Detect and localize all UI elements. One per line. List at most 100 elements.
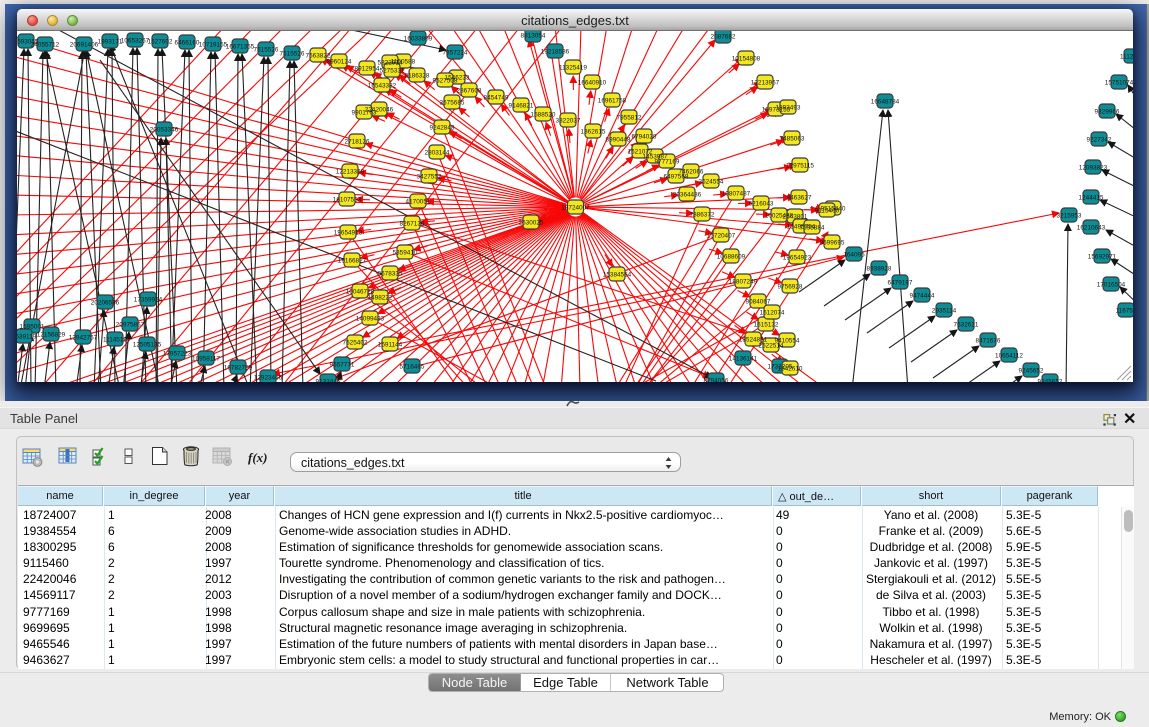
svg-text:2718126: 2718126: [345, 139, 370, 146]
svg-text:15751074: 15751074: [1105, 80, 1133, 87]
svg-text:3215953: 3215953: [1057, 213, 1082, 220]
svg-text:1691144: 1691144: [378, 342, 403, 349]
svg-text:2867608: 2867608: [457, 88, 482, 95]
svg-text:6466160: 6466160: [175, 40, 200, 47]
svg-text:12975115: 12975115: [786, 163, 814, 170]
svg-text:6794028: 6794028: [632, 134, 657, 141]
svg-text:5275331: 5275331: [380, 68, 405, 75]
svg-text:17957223: 17957223: [163, 351, 192, 358]
svg-text:17359924: 17359924: [134, 297, 163, 304]
svg-text:9245652: 9245652: [1038, 379, 1063, 383]
svg-text:3624554: 3624554: [699, 179, 724, 186]
svg-text:9115460: 9115460: [815, 208, 840, 215]
svg-text:9132445: 9132445: [316, 379, 341, 383]
svg-text:12923466: 12923466: [254, 375, 283, 382]
svg-text:1539119: 1539119: [17, 334, 37, 341]
svg-text:12213967: 12213967: [751, 80, 780, 87]
svg-text:9227342: 9227342: [1087, 137, 1112, 144]
svg-text:9657771: 9657771: [330, 362, 355, 369]
svg-text:19654923: 19654923: [783, 255, 812, 262]
svg-text:16782759: 16782759: [224, 365, 253, 372]
svg-text:19218586: 19218586: [541, 49, 570, 56]
svg-text:9084067: 9084067: [746, 299, 771, 306]
svg-text:8471676: 8471676: [976, 338, 1001, 345]
svg-text:7632621: 7632621: [954, 322, 979, 329]
svg-text:6479197: 6479197: [888, 280, 913, 287]
svg-text:9146821: 9146821: [509, 103, 534, 110]
svg-text:2087682: 2087682: [711, 34, 736, 41]
svg-text:7462066: 7462066: [679, 169, 704, 176]
svg-text:10807487: 10807487: [722, 191, 751, 198]
svg-text:8454749: 8454749: [484, 95, 509, 102]
svg-text:11325419: 11325419: [559, 65, 587, 72]
svg-text:2803144: 2803144: [425, 150, 450, 157]
svg-text:8186328: 8186328: [405, 73, 430, 80]
svg-text:3675685: 3675685: [440, 100, 465, 107]
svg-text:2543801: 2543801: [783, 214, 808, 221]
svg-text:15384554: 15384554: [603, 272, 632, 279]
svg-text:8912954: 8912954: [355, 66, 380, 73]
svg-text:20691406: 20691406: [70, 42, 99, 49]
svg-text:10653267: 10653267: [121, 38, 150, 45]
svg-text:7515526: 7515526: [254, 47, 279, 54]
svg-text:116753: 116753: [1116, 308, 1133, 315]
svg-text:7357224: 7357224: [443, 50, 468, 57]
svg-text:16961758: 16961758: [598, 98, 627, 105]
svg-text:9410554: 9410554: [775, 338, 800, 345]
svg-text:1342610: 1342610: [778, 366, 803, 373]
svg-text:9777169: 9777169: [655, 159, 680, 166]
svg-text:5359410: 5359410: [393, 250, 418, 257]
svg-text:19654913: 19654913: [334, 230, 363, 237]
svg-text:24055712: 24055712: [31, 42, 60, 49]
svg-text:19166827: 19166827: [338, 258, 367, 265]
svg-text:9527508: 9527508: [433, 78, 458, 85]
svg-text:9329966: 9329966: [1095, 109, 1120, 116]
svg-text:12213369: 12213369: [336, 169, 365, 176]
svg-text:15692971: 15692971: [1088, 254, 1117, 261]
svg-text:16107553: 16107553: [333, 197, 362, 204]
svg-text:5716485: 5716485: [400, 364, 425, 371]
svg-text:20364436: 20364436: [673, 192, 702, 199]
svg-text:1893493: 1893493: [776, 105, 801, 112]
svg-text:7886372: 7886372: [690, 212, 715, 219]
svg-text:10154808: 10154808: [732, 56, 761, 63]
svg-text:1527602: 1527602: [148, 39, 173, 46]
svg-text:1498222: 1498222: [368, 295, 393, 302]
svg-text:1615132: 1615132: [754, 322, 779, 329]
svg-text:18807249: 18807249: [729, 279, 758, 286]
svg-text:16543382: 16543382: [368, 83, 397, 90]
svg-text:4170051: 4170051: [406, 199, 431, 206]
svg-text:9242848: 9242848: [430, 125, 455, 132]
svg-text:7595884: 7595884: [800, 225, 825, 232]
svg-text:12093823: 12093823: [1079, 165, 1108, 172]
svg-text:16210643: 16210643: [1077, 225, 1106, 232]
svg-text:20053346: 20053346: [150, 127, 179, 134]
svg-text:8267130: 8267130: [400, 221, 425, 228]
svg-text:1612074: 1612074: [760, 310, 785, 317]
svg-text:1112044: 1112044: [1120, 54, 1133, 61]
svg-text:9463627: 9463627: [787, 195, 812, 202]
svg-text:8938928: 8938928: [867, 266, 892, 273]
svg-text:10654112: 10654112: [995, 353, 1023, 360]
svg-text:16033809: 16033809: [404, 36, 433, 43]
svg-text:14136141: 14136141: [729, 356, 758, 363]
svg-text:9245652: 9245652: [1019, 368, 1044, 375]
svg-text:8678335: 8678335: [378, 271, 403, 278]
svg-text:12942757: 12942757: [69, 335, 98, 342]
svg-text:20206536: 20206536: [91, 300, 120, 307]
svg-text:3427552: 3427552: [417, 174, 442, 181]
svg-text:8990448: 8990448: [606, 137, 631, 144]
svg-text:16671355: 16671355: [226, 44, 255, 51]
svg-text:18724007: 18724007: [561, 205, 590, 212]
svg-text:f(x): f(x): [248, 450, 268, 465]
svg-text:10958117: 10958117: [192, 356, 220, 363]
svg-text:10719155: 10719155: [199, 42, 228, 49]
svg-text:16640910: 16640910: [578, 80, 607, 87]
svg-text:16648784: 16648784: [871, 99, 900, 106]
svg-text:1588520: 1588520: [531, 112, 556, 119]
svg-text:1595001: 1595001: [20, 324, 45, 331]
svg-text:8794056: 8794056: [704, 378, 729, 383]
svg-text:7955812: 7955812: [617, 115, 642, 122]
svg-text:8960124: 8960124: [327, 59, 352, 66]
svg-text:7485063: 7485063: [780, 136, 805, 143]
